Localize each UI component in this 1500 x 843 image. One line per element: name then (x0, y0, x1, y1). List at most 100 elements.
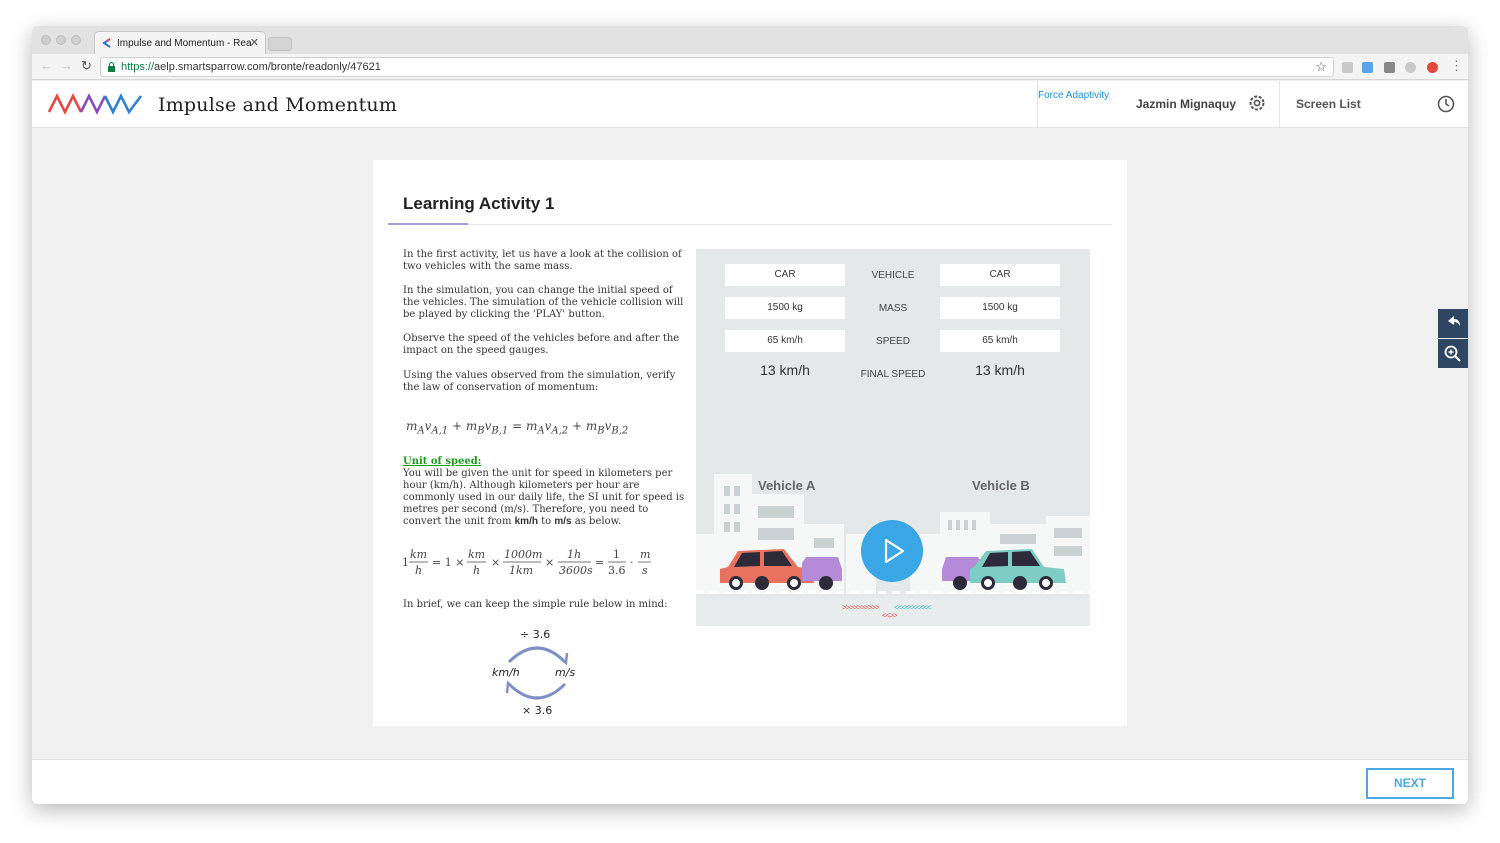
vehicle-a-type: CAR (725, 264, 845, 286)
svg-text:3600s: 3600s (559, 564, 593, 577)
vehicle-b-type: CAR (940, 264, 1060, 286)
vehicle-label: VEHICLE (871, 270, 915, 281)
svg-text:s: s (642, 564, 648, 577)
browser-tab[interactable]: Impulse and Momentum - Rea ✕ (94, 31, 266, 54)
vehicle-a-speed-input[interactable]: 65 km/h (725, 330, 845, 352)
tab-close-icon[interactable]: ✕ (250, 36, 259, 49)
svg-text:=: = (595, 556, 604, 569)
brief-paragraph: In brief, we can keep the simple rule be… (403, 599, 668, 610)
pocket-extension-icon[interactable] (1384, 62, 1395, 73)
app-header: Impulse and Momentum Force Adaptivity Ja… (32, 81, 1468, 128)
vehicle-b-label: Vehicle B (972, 478, 1030, 493)
svg-text:= 1 ×: = 1 × (432, 556, 464, 569)
header-divider (1037, 81, 1038, 128)
cast-extension-icon[interactable] (1362, 62, 1373, 73)
svg-text:1000m: 1000m (504, 548, 542, 561)
extension-icon[interactable] (1405, 62, 1416, 73)
vehicle-a-label: Vehicle A (758, 478, 816, 493)
vehicle-a-car (720, 549, 842, 590)
vehicle-b-speed-input[interactable]: 65 km/h (940, 330, 1060, 352)
conversion-cycle-arrows-icon (505, 646, 569, 700)
svg-text:×: × (545, 556, 554, 569)
svg-text:km: km (410, 548, 427, 561)
collision-simulation: CAR VEHICLE CAR 1500 kg MASS 1500 kg 65 … (696, 249, 1090, 626)
svg-text:1h: 1h (567, 548, 581, 561)
svg-text:1km: 1km (509, 564, 533, 577)
svg-text:1: 1 (402, 556, 409, 569)
svg-text:h: h (473, 564, 480, 577)
unit-end: as below. (571, 516, 622, 527)
app-footer: NEXT (32, 759, 1468, 804)
user-name: Jazmin Mignaquy (1136, 97, 1237, 111)
vehicle-a-mass-input[interactable]: 1500 kg (725, 297, 845, 319)
vehicle-b-mass-input[interactable]: 1500 kg (940, 297, 1060, 319)
svg-text:·: · (630, 556, 634, 569)
header-divider (1279, 81, 1280, 128)
arrows-right: >>>>>>>>>> (842, 603, 880, 612)
unit-heading-text: Unit of speed: (403, 456, 482, 467)
window-close-dot[interactable] (41, 35, 51, 45)
title-divider (388, 224, 1112, 225)
force-adaptivity-link[interactable]: Force Adaptivity (1038, 90, 1109, 101)
unit-to: to (537, 516, 555, 527)
arrows-center: <<>> (882, 611, 898, 620)
title-underline (388, 223, 468, 225)
speed-label: SPEED (876, 336, 910, 347)
browser-menu-icon[interactable]: ⋮ (1450, 58, 1463, 74)
svg-text:h: h (415, 564, 422, 577)
svg-text:km: km (468, 548, 485, 561)
tab-title: Impulse and Momentum - Rea (117, 38, 252, 49)
intro-paragraph: In the first activity, let us have a loo… (403, 249, 682, 272)
unit-paragraph: You will be given the unit for speed in … (403, 468, 685, 528)
browser-toolbar: ← → ↻ https://aelp.smartsparrow.com/bron… (32, 54, 1468, 80)
unit-heading: Unit of speed: (403, 456, 685, 468)
window-zoom-dot[interactable] (71, 35, 81, 45)
app-title: Impulse and Momentum (158, 94, 398, 116)
tab-bar: Impulse and Momentum - Rea ✕ (32, 26, 1468, 54)
svg-text:m: m (640, 548, 650, 561)
observe-paragraph: Observe the speed of the vehicles before… (403, 333, 680, 356)
unit-ms: m/s (554, 516, 572, 527)
zoom-icon (1444, 345, 1461, 362)
url-text: aelp.smartsparrow.com/bronte/readonly/47… (154, 61, 381, 73)
screen-list-button[interactable]: Screen List (1296, 97, 1361, 111)
play-icon (884, 538, 905, 564)
gear-icon[interactable] (1247, 93, 1267, 113)
mass-label: MASS (878, 303, 908, 314)
address-bar[interactable]: https://aelp.smartsparrow.com/bronte/rea… (100, 57, 1334, 77)
zoom-button[interactable] (1438, 339, 1468, 368)
momentum-equation: mAvA,1 + mBvB,1 = mAvA,2 + mBvB,2 (406, 419, 629, 437)
browser-window: Impulse and Momentum - Rea ✕ ← → ↻ https… (32, 26, 1468, 804)
favicon-icon (102, 38, 111, 48)
undo-icon (1448, 316, 1460, 326)
lock-icon (108, 62, 115, 72)
vehicle-b-final-speed: 13 km/h (975, 362, 1025, 378)
camera-extension-icon[interactable] (1342, 62, 1353, 73)
app-logo-icon (47, 93, 143, 115)
play-button[interactable] (861, 520, 923, 582)
vehicle-b-car (942, 549, 1066, 590)
adblock-extension-icon[interactable] (1427, 62, 1438, 73)
new-tab-button[interactable] (268, 37, 292, 51)
svg-text:1: 1 (613, 548, 620, 561)
next-button[interactable]: NEXT (1366, 768, 1454, 799)
activity-card: Learning Activity 1 In the first activit… (373, 160, 1127, 726)
final-speed-label: FINAL SPEED (860, 369, 926, 380)
unit-kmh: km/h (514, 516, 538, 527)
vehicle-a-final-speed: 13 km/h (760, 362, 810, 378)
forward-icon[interactable]: → (60, 58, 73, 73)
simulation-paragraph: In the simulation, you can change the in… (403, 285, 684, 320)
clock-icon[interactable] (1436, 94, 1456, 114)
reload-icon[interactable]: ↻ (81, 58, 92, 74)
svg-text:3.6: 3.6 (608, 564, 626, 577)
back-icon[interactable]: ← (40, 58, 53, 73)
unit-conversion-equation: 1 km h = 1 × km h × 1000m 1km × 1h 3600s = 1… (402, 548, 651, 577)
bookmark-star-icon[interactable]: ☆ (1315, 59, 1327, 75)
url-scheme: https:// (121, 61, 155, 73)
verify-paragraph: Using the values observed from the simul… (403, 370, 676, 393)
svg-text:×: × (491, 556, 500, 569)
window-minimize-dot[interactable] (56, 35, 66, 45)
road-markings (696, 591, 1090, 594)
activity-title: Learning Activity 1 (403, 194, 555, 213)
undo-button[interactable] (1438, 309, 1468, 338)
